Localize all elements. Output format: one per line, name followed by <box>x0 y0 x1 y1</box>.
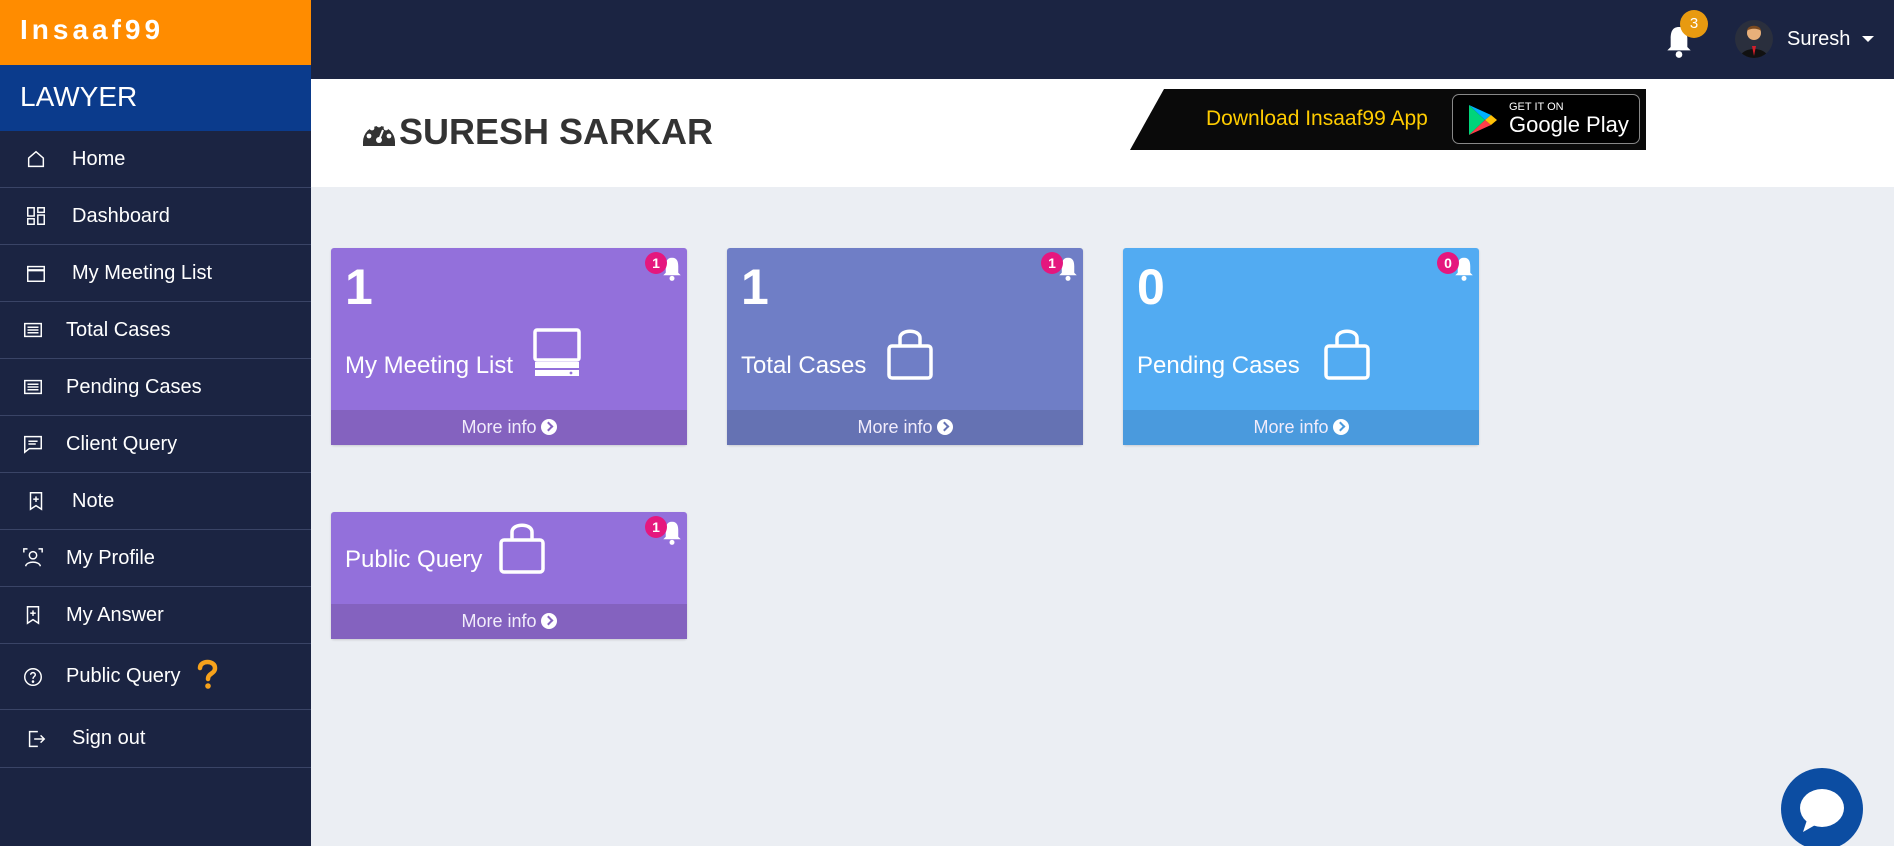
avatar <box>1735 20 1773 58</box>
list-icon <box>0 376 66 398</box>
arrow-circle-right-icon <box>540 419 557 435</box>
more-info-text: More info <box>857 417 933 437</box>
more-info-text: More info <box>1253 417 1329 437</box>
sidebar-item-meeting-list[interactable]: My Meeting List <box>0 245 311 302</box>
page-title: SURESH SARKAR <box>361 111 713 153</box>
sign-out-icon <box>0 728 72 750</box>
chat-widget-button[interactable] <box>1781 768 1863 846</box>
role-label: LAWYER <box>0 65 312 131</box>
chat-bubble-icon <box>1800 789 1844 832</box>
more-info-link[interactable]: More info <box>727 410 1083 445</box>
promo-text: Download Insaaf99 App <box>1206 107 1428 130</box>
sidebar-item-my-profile[interactable]: My Profile <box>0 530 311 587</box>
top-navbar: 3 Suresh <box>311 0 1894 79</box>
card-badge: 1 <box>645 252 667 274</box>
home-icon <box>0 148 72 170</box>
profile-icon <box>0 547 66 569</box>
desktop-icon <box>529 326 585 387</box>
bookmark-icon <box>0 604 66 626</box>
more-info-link[interactable]: More info <box>1123 410 1479 445</box>
shopping-bag-icon <box>494 520 550 581</box>
arrow-circle-right-icon <box>540 613 557 629</box>
page-header: SURESH SARKAR Download Insaaf99 App GET … <box>311 79 1894 187</box>
more-info-text: More info <box>461 611 537 631</box>
card-count: 1 <box>741 259 769 315</box>
page-title-text: SURESH SARKAR <box>399 111 714 152</box>
card-my-meeting-list[interactable]: 1 1 My Meeting List More info <box>331 248 687 445</box>
sidebar-item-public-query[interactable]: Public Query <box>0 644 311 710</box>
sidebar-item-label: Client Query <box>66 432 178 455</box>
sidebar-item-label: Total Cases <box>66 318 171 341</box>
card-label: Public Query <box>345 546 483 573</box>
store-big-text: Google Play <box>1509 112 1629 137</box>
card-badge: 1 <box>1041 252 1063 274</box>
chevron-down-icon <box>1862 36 1875 42</box>
sidebar-item-label: Public Query <box>66 665 181 687</box>
sidebar-item-label: My Answer <box>66 603 164 626</box>
card-badge: 1 <box>645 516 667 538</box>
card-label: My Meeting List <box>345 352 514 379</box>
sidebar-item-home[interactable]: Home <box>0 131 311 188</box>
shopping-bag-icon <box>1319 326 1375 387</box>
shopping-bag-icon <box>882 326 938 387</box>
sidebar-item-note[interactable]: Note <box>0 473 311 530</box>
sidebar-item-my-answer[interactable]: My Answer <box>0 587 311 644</box>
sidebar-item-total-cases[interactable]: Total Cases <box>0 302 311 359</box>
arrow-circle-right-icon <box>1332 419 1349 435</box>
card-label: Pending Cases <box>1137 352 1300 379</box>
message-icon <box>0 433 66 455</box>
help-circle-icon <box>0 666 66 688</box>
user-name: Suresh <box>1787 27 1851 50</box>
sidebar-item-pending-cases[interactable]: Pending Cases <box>0 359 311 416</box>
sidebar-item-label: Dashboard <box>72 204 170 227</box>
card-count: 1 <box>345 259 373 315</box>
sidebar-item-label: Note <box>72 489 115 512</box>
bookmark-icon <box>0 490 72 512</box>
sidebar: Insaaf99 LAWYER Home Dashboard My Meetin… <box>0 0 312 846</box>
card-label: Total Cases <box>741 352 867 379</box>
more-info-text: More info <box>461 417 537 437</box>
download-app-banner[interactable]: Download Insaaf99 App GET IT ON Google P… <box>1130 89 1646 150</box>
dashboard-gauge-icon <box>363 122 395 146</box>
card-badge: 0 <box>1437 252 1459 274</box>
sidebar-item-client-query[interactable]: Client Query <box>0 416 311 473</box>
dashboard-icon <box>0 205 72 227</box>
question-mark-icon <box>195 658 219 696</box>
sidebar-item-label: Home <box>72 147 126 170</box>
more-info-link[interactable]: More info <box>331 410 687 445</box>
brand-logo[interactable]: Insaaf99 <box>0 0 311 65</box>
card-count: 0 <box>1137 259 1165 315</box>
sidebar-item-sign-out[interactable]: Sign out <box>0 710 311 768</box>
sidebar-item-label: Sign out <box>72 727 146 749</box>
user-menu[interactable]: Suresh <box>1735 20 1875 58</box>
card-total-cases[interactable]: 1 1 Total Cases More info <box>727 248 1083 445</box>
arrow-circle-right-icon <box>936 419 953 435</box>
google-play-badge[interactable]: GET IT ON Google Play <box>1452 94 1640 144</box>
google-play-icon <box>1469 105 1497 135</box>
calendar-icon <box>0 262 72 284</box>
notification-count-badge: 3 <box>1680 10 1708 38</box>
card-public-query[interactable]: 1 Public Query More info <box>331 512 687 639</box>
sidebar-item-label: My Profile <box>66 546 155 569</box>
card-pending-cases[interactable]: 0 0 Pending Cases More info <box>1123 248 1479 445</box>
list-icon <box>0 319 66 341</box>
sidebar-item-dashboard[interactable]: Dashboard <box>0 188 311 245</box>
sidebar-item-label: Pending Cases <box>66 375 202 398</box>
sidebar-nav: Home Dashboard My Meeting List Total Cas… <box>0 131 311 768</box>
more-info-link[interactable]: More info <box>331 604 687 639</box>
sidebar-item-label: My Meeting List <box>72 261 213 284</box>
